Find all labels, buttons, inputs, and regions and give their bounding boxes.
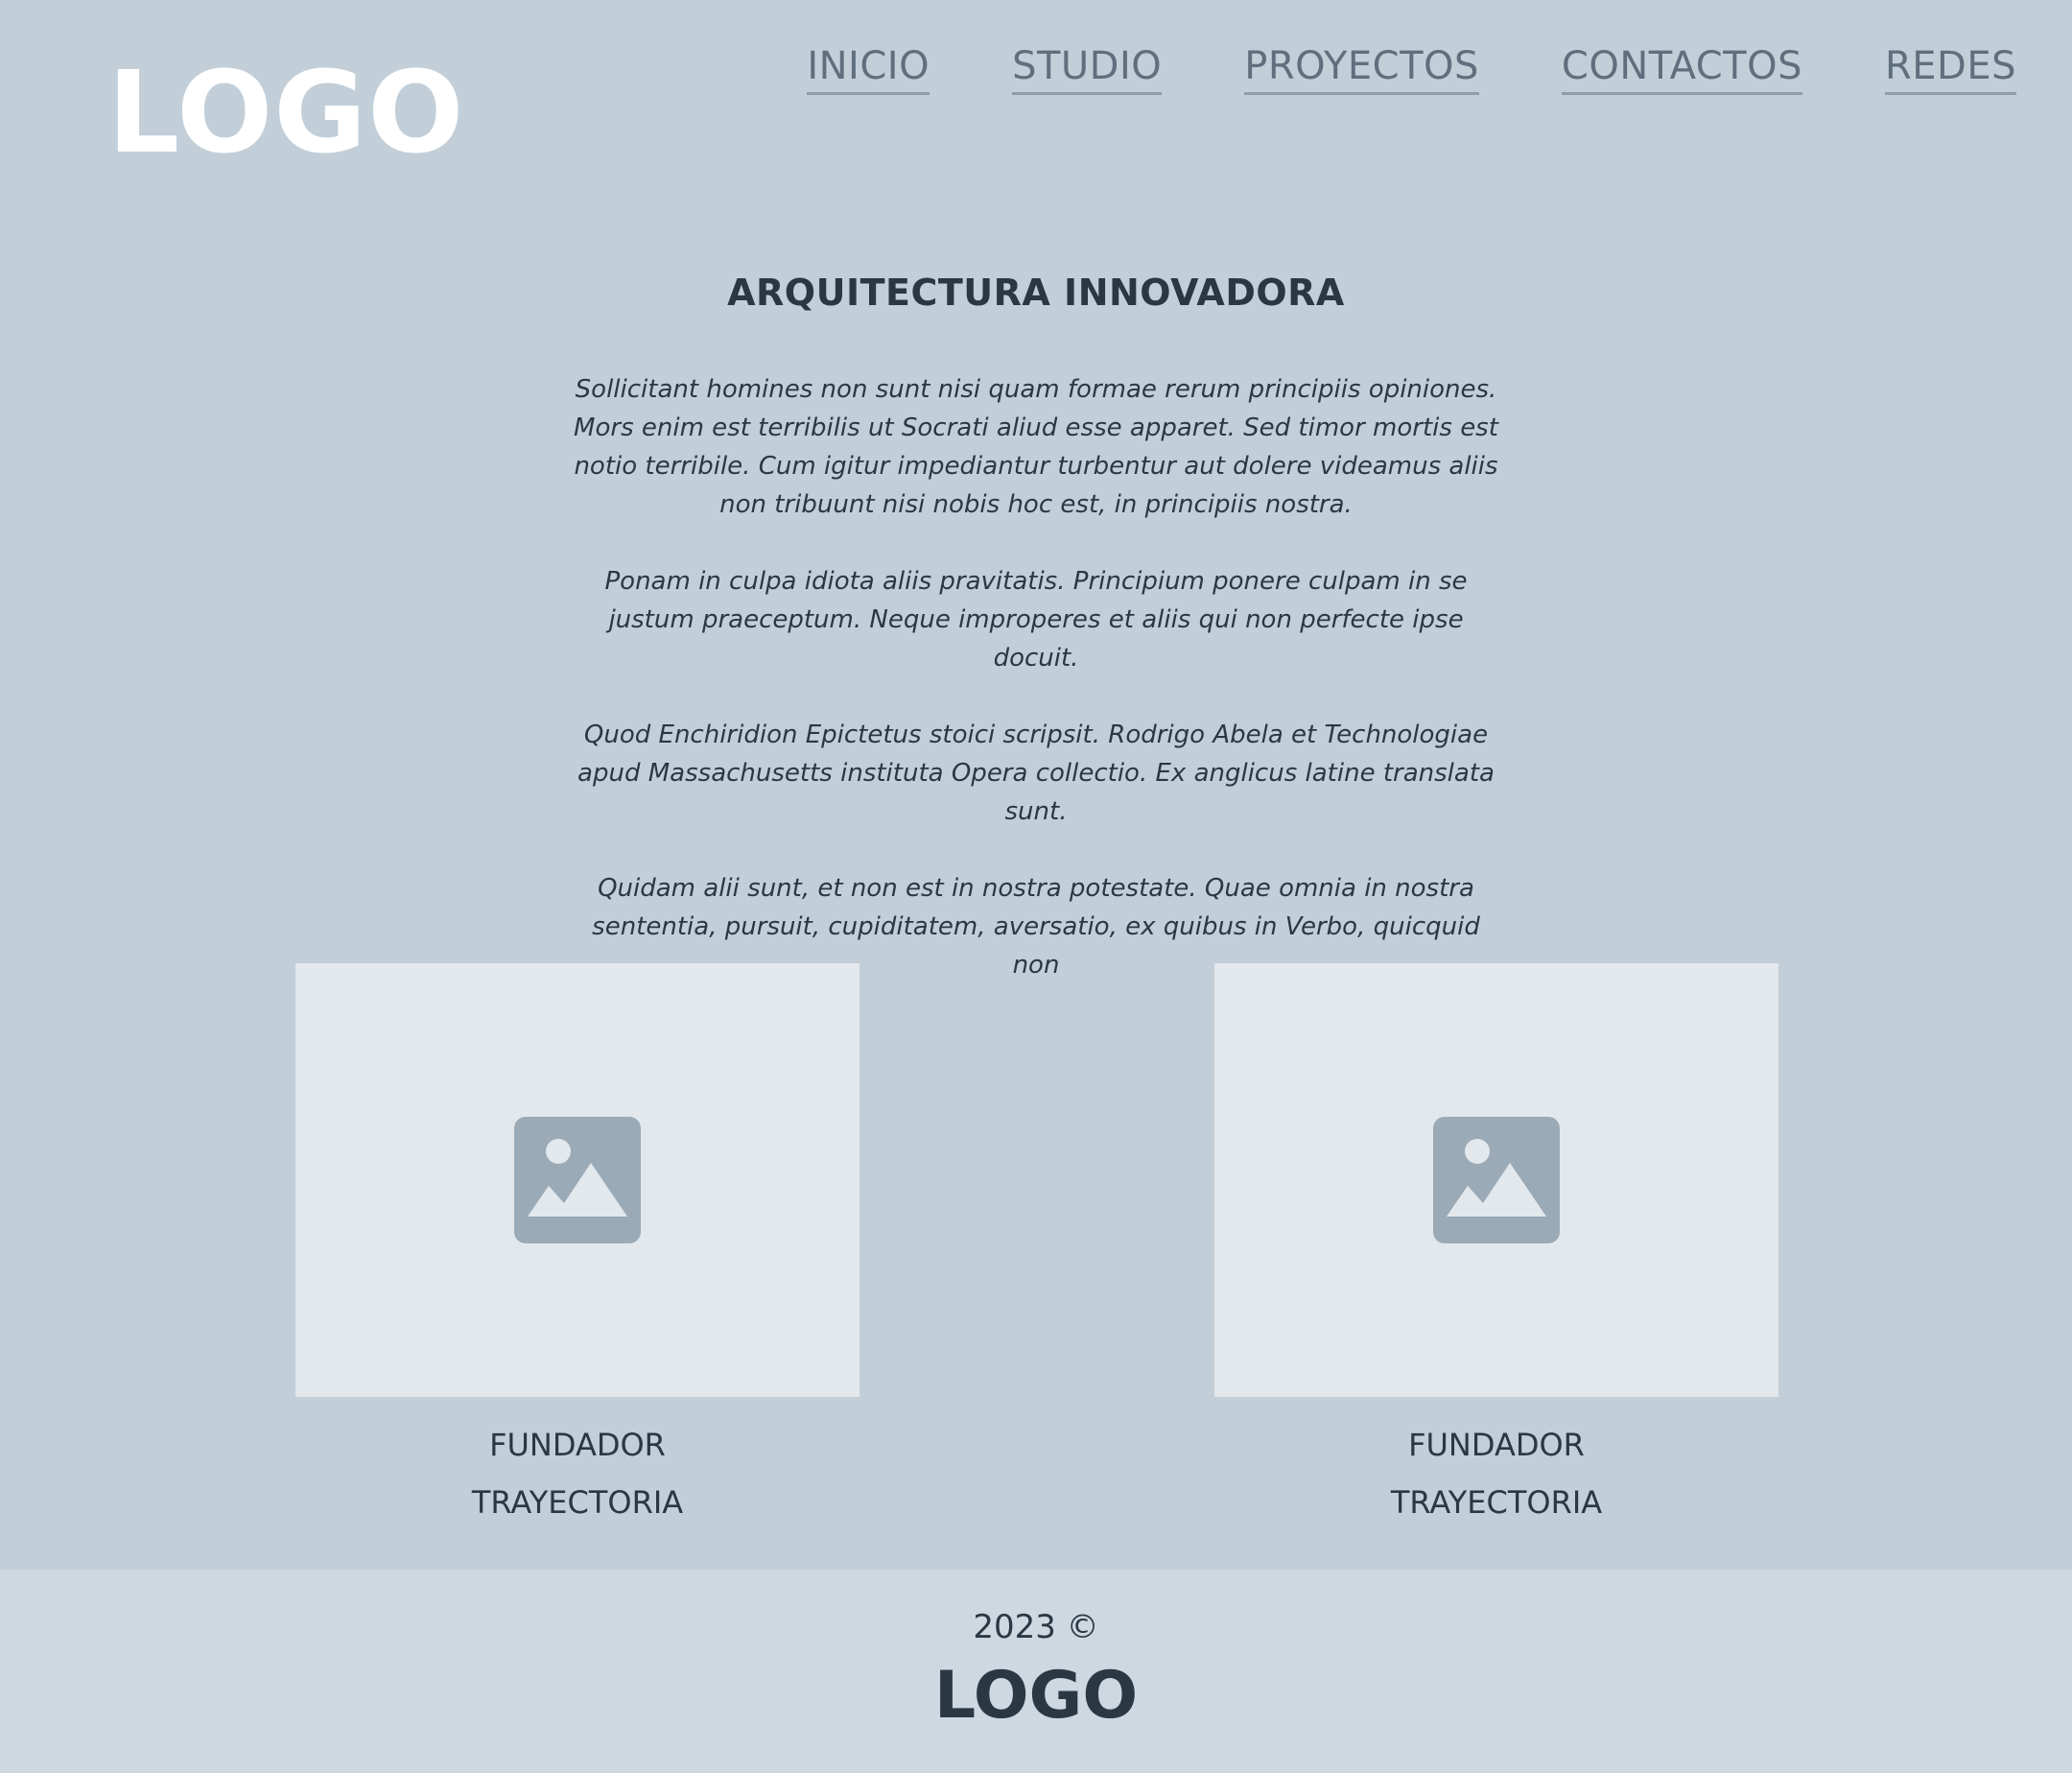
card-image-placeholder [1214, 963, 1778, 1397]
image-placeholder-icon [514, 1117, 641, 1243]
footer-logo[interactable]: LOGO [0, 1656, 2072, 1737]
intro-paragraph: Ponam in culpa idiota aliis pravitatis. … [604, 567, 1468, 673]
footer-copyright: 2023 © [973, 1608, 1099, 1646]
nav-link-contactos[interactable]: CONTACTOS [1561, 40, 1802, 95]
site-header: LOGO INICIO STUDIO PROYECTOS CONTACTOS R… [0, 0, 2072, 211]
nav-link-inicio[interactable]: INICIO [807, 40, 930, 95]
main-nav: INICIO STUDIO PROYECTOS CONTACTOS REDES [807, 40, 2016, 95]
image-placeholder-icon [1433, 1117, 1560, 1243]
card-image-placeholder [295, 963, 859, 1397]
nav-link-redes[interactable]: REDES [1884, 40, 2016, 95]
page-title: ARQUITECTURA INNOVADORA [727, 272, 1345, 314]
card-subtitle: TRAYECTORIA [1390, 1484, 1603, 1521]
team-card: FUNDADOR TRAYECTORIA [295, 963, 859, 1522]
card-role: FUNDADOR [1408, 1427, 1585, 1463]
header-logo[interactable]: LOGO [107, 50, 464, 175]
intro-section: ARQUITECTURA INNOVADORA Sollicitant homi… [0, 259, 2072, 1023]
team-card: FUNDADOR TRAYECTORIA [1214, 963, 1778, 1522]
site-footer: 2023 © LOGO [0, 1570, 2072, 1773]
intro-text: Sollicitant homines non sunt nisi quam f… [566, 370, 1506, 984]
nav-link-proyectos[interactable]: PROYECTOS [1244, 40, 1479, 95]
card-role: FUNDADOR [489, 1427, 666, 1463]
intro-paragraph: Quod Enchiridion Epictetus stoici scrips… [577, 721, 1495, 826]
nav-link-studio[interactable]: STUDIO [1012, 40, 1163, 95]
card-subtitle: TRAYECTORIA [471, 1484, 684, 1521]
intro-paragraph: Sollicitant homines non sunt nisi quam f… [574, 375, 1498, 519]
